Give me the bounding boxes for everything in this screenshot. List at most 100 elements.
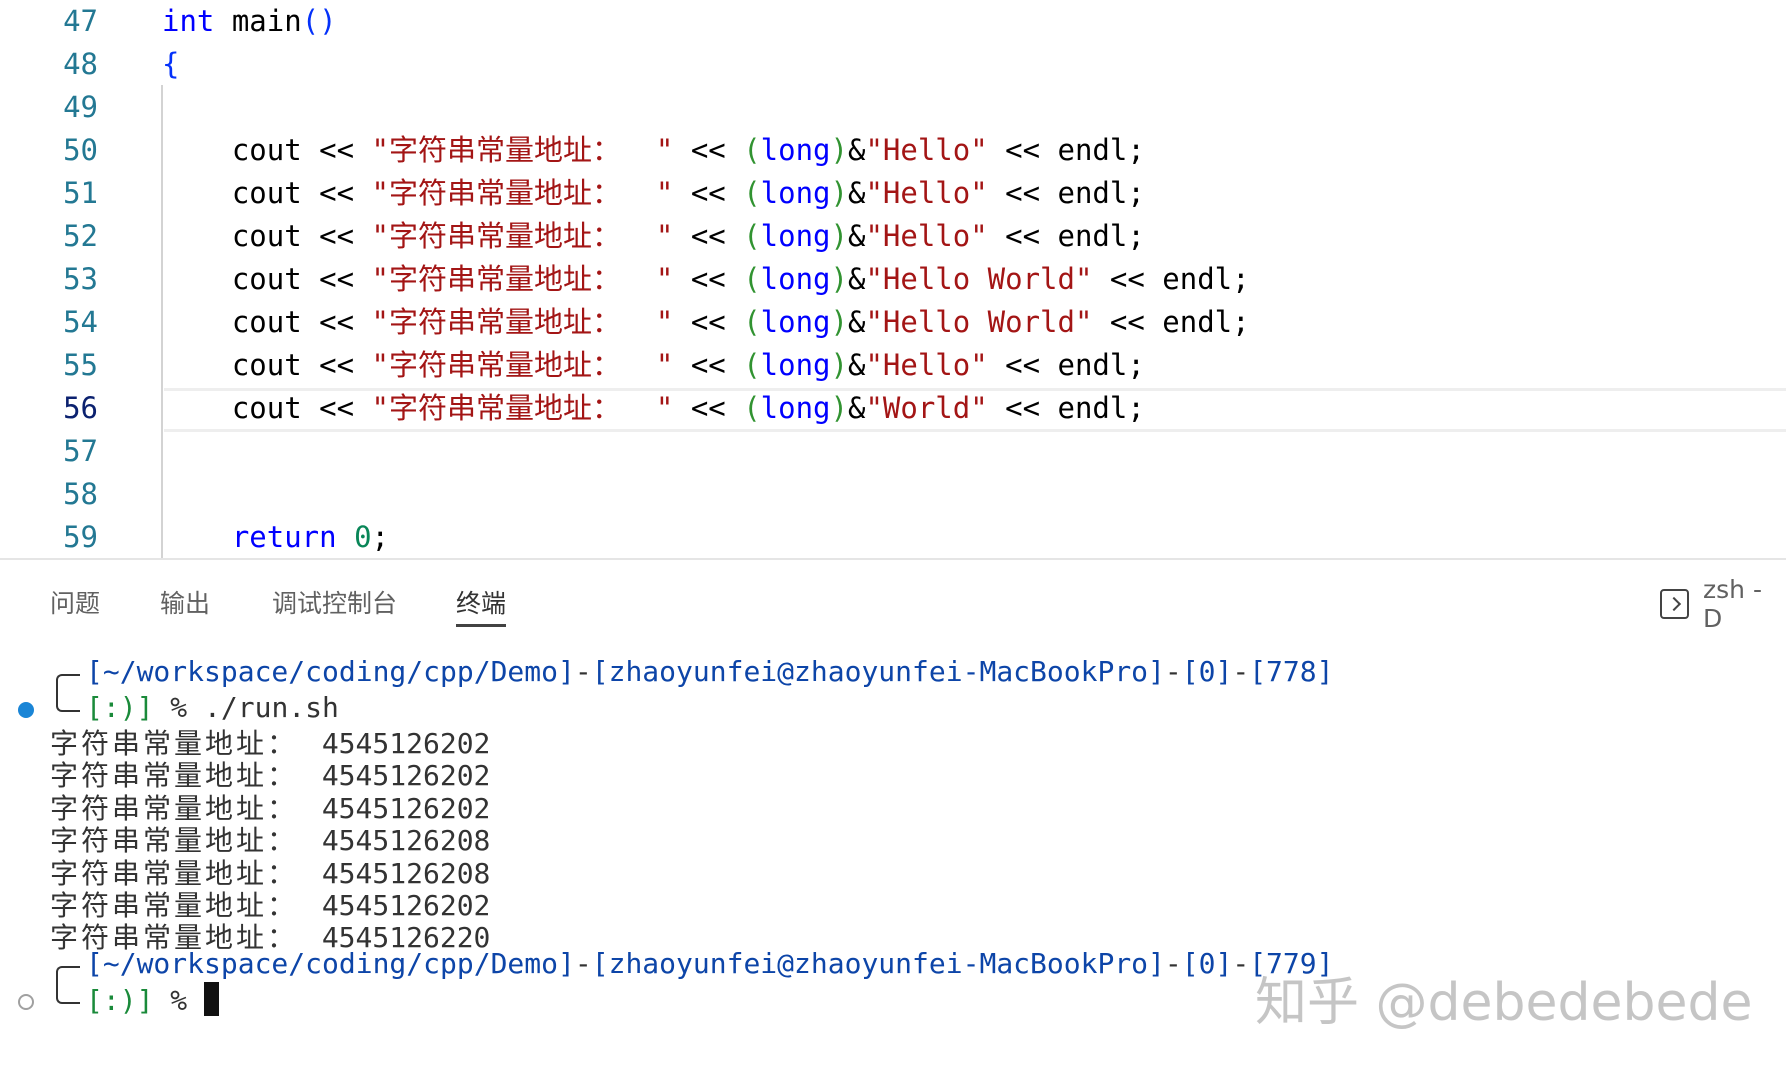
code-token: 0 [354,520,372,554]
code-token: ( [743,176,761,210]
prompt-sep: - [1232,947,1250,980]
code-token: "Hello" [865,176,988,210]
code-token: ( [743,391,761,425]
code-token: ) [830,176,848,210]
code-line[interactable]: 57 [0,430,1786,473]
code-token: << [673,348,744,382]
code-token: int [162,4,215,38]
code-line[interactable]: 52 cout << "字符串常量地址： " << (long)&"Hello"… [0,215,1786,258]
terminal-selector[interactable]: zsh - D [1660,575,1786,633]
code-token: ( [743,219,761,253]
code-token: cout << [162,348,372,382]
prompt-smile: [:)] [86,984,154,1017]
code-token: & [847,133,866,167]
code-token: << [673,305,744,339]
prompt-line-2: [:)] % [86,982,220,1019]
code-text[interactable]: cout << "字符串常量地址： " << (long)&"World" <<… [162,387,1145,430]
output-value: 4545126202 [321,889,491,922]
code-token: "Hello" [865,348,988,382]
code-line[interactable]: 47 int main() [0,0,1786,43]
prompt-sep: - [574,655,592,688]
code-text[interactable]: cout << "字符串常量地址： " << (long)&"Hello Wor… [162,258,1250,301]
output-value: 4545126208 [321,824,491,858]
code-token: << endl; [987,391,1145,425]
code-token: & [847,176,866,210]
code-line[interactable]: 55 cout << "字符串常量地址： " << (long)&"Hello"… [0,344,1786,387]
code-line[interactable]: 54 cout << "字符串常量地址： " << (long)&"Hello … [0,301,1786,344]
output-gap [298,792,322,825]
code-text[interactable]: cout << "字符串常量地址： " << (long)&"Hello" <<… [162,129,1145,172]
code-token: "字符串常量地址： " [371,219,674,253]
tab-problems[interactable]: 问题 [50,584,100,624]
code-token: << endl; [987,348,1145,382]
output-label: 字符串常量地址： [50,727,299,760]
code-token: "Hello World" [865,305,1093,339]
command-status-dot[interactable] [18,994,34,1010]
code-token: ) [830,305,848,339]
code-line[interactable]: 48 { [0,43,1786,86]
tab-output[interactable]: 输出 [160,584,210,624]
output-line: 字符串常量地址： 4545126202 [50,758,490,794]
code-text[interactable]: cout << "字符串常量地址： " << (long)&"Hello Wor… [162,301,1250,344]
line-number: 53 [63,262,98,296]
output-value: 4545126202 [321,791,491,825]
code-line[interactable]: 51 cout << "字符串常量地址： " << (long)&"Hello"… [0,172,1786,215]
prompt-sep: - [1232,655,1250,688]
output-label: 字符串常量地址： [50,791,299,825]
code-line[interactable]: 58 [0,473,1786,516]
prompt-sep: - [1164,947,1182,980]
code-line[interactable]: 53 cout << "字符串常量地址： " << (long)&"Hello … [0,258,1786,301]
command-status-dot[interactable] [18,702,34,718]
code-token: long [760,262,831,296]
code-token: ( [743,262,761,296]
panel-divider[interactable] [0,558,1786,560]
code-line[interactable]: 50 cout << "字符串常量地址： " << (long)&"Hello"… [0,129,1786,172]
line-number: 50 [63,133,98,167]
command-text: % [153,984,205,1017]
watermark: 知乎 @debedebede [1255,973,1753,1033]
code-text[interactable]: cout << "字符串常量地址： " << (long)&"Hello" <<… [162,172,1145,215]
panel-tab-bar: 问题 输出 调试控制台 终端 zsh - D [0,562,1786,637]
output-line: 字符串常量地址： 4545126202 [50,888,490,924]
tab-terminal[interactable]: 终端 [456,584,507,627]
prompt-sep: - [1164,655,1182,688]
code-token: << endl; [1092,262,1250,296]
code-editor[interactable]: 47 int main() 48{49 50 cout << "字符串常量地址： " … [0,0,1786,560]
output-gap [298,889,322,922]
line-number: 48 [63,47,98,81]
code-line[interactable]: 56 cout << "字符串常量地址： " << (long)&"World"… [0,387,1786,430]
code-token: ( [743,305,761,339]
code-token: << [673,219,744,253]
output-label: 字符串常量地址： [50,856,299,890]
code-line[interactable]: 49 [0,86,1786,129]
code-text[interactable]: return 0; [162,516,389,559]
output-value: 4545126202 [321,727,491,760]
code-token: & [847,305,866,339]
prompt-user: [zhaoyunfei@zhaoyunfei-MacBookPro] [591,947,1165,980]
prompt-bracket [56,966,80,1004]
prompt-bracket [56,674,80,712]
code-token: cout << [162,133,372,167]
code-text[interactable]: cout << "字符串常量地址： " << (long)&"Hello" <<… [162,215,1145,258]
line-number: 55 [63,348,98,382]
code-token: "Hello" [865,219,988,253]
terminal-icon [1660,589,1690,619]
code-token: ) [830,219,848,253]
prompt-user: [zhaoyunfei@zhaoyunfei-MacBookPro] [591,655,1165,688]
line-number: 54 [63,305,98,339]
code-text[interactable]: { [162,43,179,86]
code-token: long [760,133,831,167]
code-token: ; [371,520,389,554]
code-text[interactable]: int main() [162,0,337,43]
code-line[interactable]: 59 return 0; [0,516,1786,559]
code-token: cout << [162,262,372,296]
output-label: 字符串常量地址： [50,889,299,922]
output-line: 字符串常量地址： 4545126208 [50,823,490,859]
code-text[interactable]: cout << "字符串常量地址： " << (long)&"Hello" <<… [162,344,1145,387]
tab-debug-console[interactable]: 调试控制台 [272,584,397,624]
code-token: << endl; [1092,305,1250,339]
code-token: << [673,133,744,167]
code-token: ) [830,262,848,296]
prompt-line-2: [:)] % ./run.sh [86,690,339,726]
output-value: 4545126208 [321,856,491,890]
